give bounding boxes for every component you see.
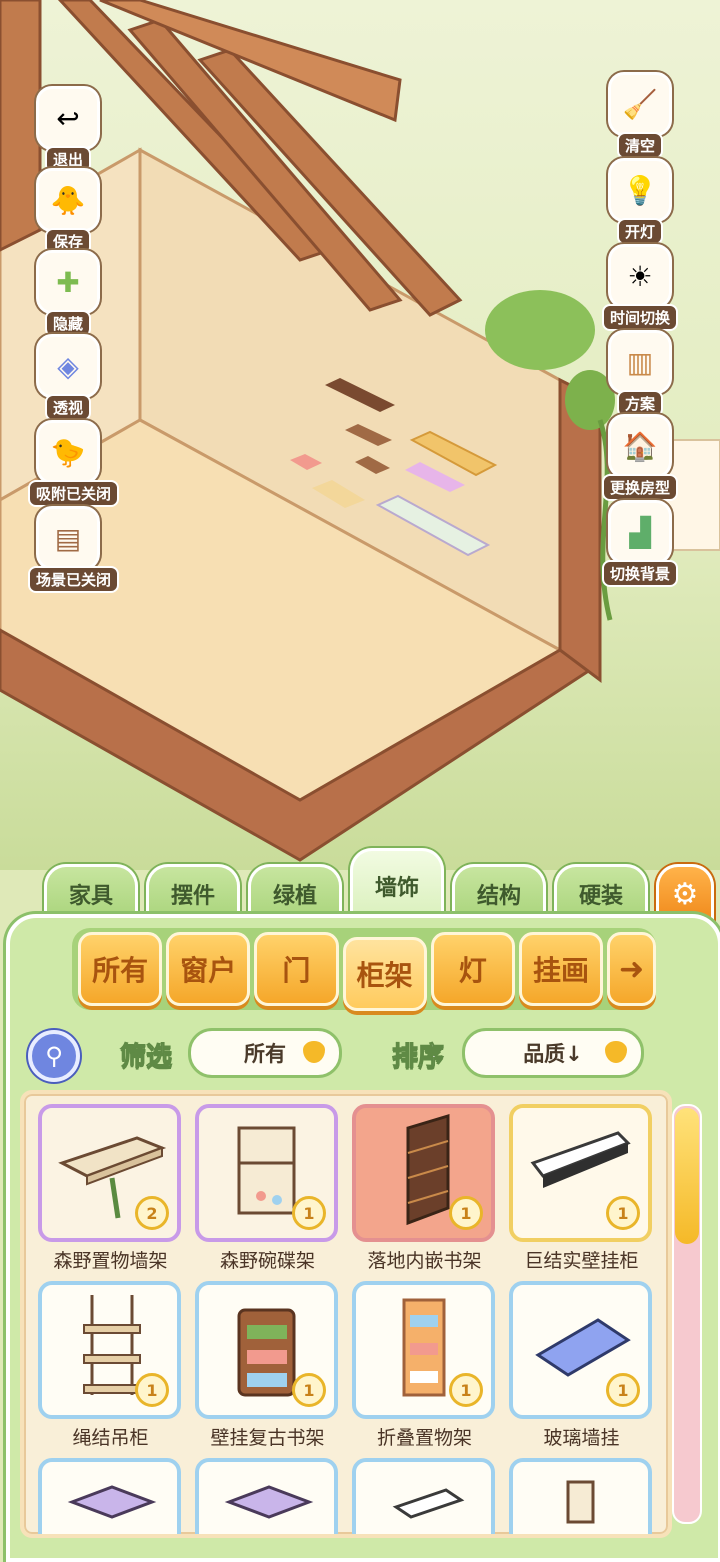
time-icon: ☀	[608, 244, 672, 308]
hide-button[interactable]: ✚ 隐藏	[28, 250, 108, 337]
item-thumbnail: 1	[352, 1104, 495, 1242]
item-card[interactable]: 1 玻璃墙挂	[509, 1281, 654, 1450]
scene-icon: ▤	[36, 506, 100, 570]
snap-toggle-button[interactable]: 🐤 吸附已关闭	[28, 420, 120, 507]
purple-cabinet-icon	[224, 1485, 314, 1519]
clear-icon: 🧹	[608, 72, 672, 136]
plan-button[interactable]: ▥ 方案	[600, 330, 680, 417]
search-icon[interactable]: ⚲	[28, 1030, 80, 1082]
item-card[interactable]	[509, 1458, 654, 1534]
change-house-button[interactable]: 🏠 更换房型	[600, 414, 680, 501]
item-count-badge: 1	[135, 1373, 169, 1407]
filter-label: 筛选	[119, 1042, 173, 1073]
tab-hardware[interactable]: 硬装	[554, 864, 648, 921]
item-card[interactable]: 1 巨结实壁挂柜	[509, 1104, 654, 1273]
tab-structure[interactable]: 结构	[452, 864, 546, 921]
white-shelf-icon	[392, 1488, 465, 1519]
exit-button[interactable]: ↩ 退出	[28, 86, 108, 173]
tab-furniture[interactable]: 家具	[44, 864, 138, 921]
item-card[interactable]	[38, 1458, 183, 1534]
purple-cabinet-icon	[67, 1485, 157, 1519]
item-count-badge: 1	[292, 1196, 326, 1230]
arrow-right-icon[interactable]: ➜	[607, 932, 657, 1006]
light-icon: 💡	[608, 158, 672, 222]
item-thumbnail: 1	[509, 1104, 652, 1242]
item-name: 森野置物墙架	[53, 1250, 168, 1272]
clear-button[interactable]: 🧹 清空	[600, 72, 680, 159]
item-card[interactable]: 1 落地内嵌书架	[352, 1104, 497, 1273]
item-grid: 2 森野置物墙架 1 森野碗碟架 1 落地内嵌书架 1 巨结实壁挂柜 1 绳结吊…	[38, 1104, 654, 1534]
item-name: 壁挂复古书架	[210, 1427, 325, 1449]
hanging-rack-icon	[566, 1480, 595, 1524]
item-card[interactable]: 1 森野碗碟架	[195, 1104, 340, 1273]
subtab-all[interactable]: 所有	[78, 932, 163, 1006]
item-thumbnail: 1	[352, 1281, 495, 1419]
item-count-badge: 1	[292, 1373, 326, 1407]
settings-gear-icon[interactable]: ⚙	[656, 864, 714, 921]
perspective-button[interactable]: ◈ 透视	[28, 334, 108, 421]
scrollbar-thumb[interactable]	[675, 1108, 699, 1244]
item-thumbnail: 1	[195, 1104, 338, 1242]
item-count-badge: 1	[449, 1196, 483, 1230]
snap-icon: 🐤	[36, 420, 100, 484]
sort-label: 排序	[391, 1042, 445, 1073]
item-card[interactable]	[195, 1458, 340, 1534]
item-count-badge: 1	[606, 1196, 640, 1230]
subtab-lamp[interactable]: 灯	[430, 932, 515, 1006]
filter-value: 所有	[244, 1042, 286, 1066]
item-thumbnail	[38, 1458, 181, 1534]
house-icon: 🏠	[608, 414, 672, 478]
hide-icon: ✚	[36, 250, 100, 314]
item-name: 巨结实壁挂柜	[524, 1250, 639, 1272]
item-grid-frame: 2 森野置物墙架 1 森野碗碟架 1 落地内嵌书架 1 巨结实壁挂柜 1 绳结吊…	[20, 1090, 672, 1538]
sort-dropdown[interactable]: 品质↓	[462, 1028, 644, 1078]
subtab-window[interactable]: 窗户	[166, 932, 251, 1006]
item-thumbnail	[352, 1458, 495, 1534]
item-card[interactable]: 2 森野置物墙架	[38, 1104, 183, 1273]
item-thumbnail	[509, 1458, 652, 1534]
dropdown-caret-icon	[303, 1041, 325, 1063]
scene-toggle-button[interactable]: ▤ 场景已关闭	[28, 506, 120, 593]
exit-icon: ↩	[36, 86, 100, 150]
perspective-icon: ◈	[36, 334, 100, 398]
item-count-badge: 1	[606, 1373, 640, 1407]
dropdown-caret-icon	[605, 1041, 627, 1063]
item-name: 落地内嵌书架	[367, 1250, 482, 1272]
tab-plants[interactable]: 绿植	[248, 864, 342, 921]
item-thumbnail: 1	[195, 1281, 338, 1419]
change-background-button[interactable]: ▟ 切换背景	[600, 500, 680, 587]
item-card[interactable]: 1 折叠置物架	[352, 1281, 497, 1450]
tab-ornaments[interactable]: 摆件	[146, 864, 240, 921]
item-name: 绳结吊柜	[72, 1427, 149, 1449]
item-name: 折叠置物架	[376, 1427, 472, 1449]
save-icon: 🐥	[36, 168, 100, 232]
item-card[interactable]: 1 壁挂复古书架	[195, 1281, 340, 1450]
item-card[interactable]: 1 绳结吊柜	[38, 1281, 183, 1450]
item-count-badge: 1	[449, 1373, 483, 1407]
sub-category-tabs: 所有 窗户 门 柜架 灯 挂画 ➜	[72, 928, 657, 1011]
background-icon: ▟	[608, 500, 672, 564]
item-thumbnail: 2	[38, 1104, 181, 1242]
tab-wall-decor[interactable]: 墙饰	[350, 848, 444, 921]
category-tabs: 家具 摆件 绿植 墙饰 结构 硬装 ⚙	[44, 848, 714, 921]
subtab-door[interactable]: 门	[254, 932, 339, 1006]
item-thumbnail: 1	[38, 1281, 181, 1419]
item-thumbnail	[195, 1458, 338, 1534]
subtab-shelf[interactable]: 柜架	[342, 937, 427, 1011]
light-button[interactable]: 💡 开灯	[600, 158, 680, 245]
item-name: 玻璃墙挂	[543, 1427, 620, 1449]
filter-dropdown[interactable]: 所有	[188, 1028, 342, 1078]
time-switch-button[interactable]: ☀ 时间切换	[600, 244, 680, 331]
save-button[interactable]: 🐥 保存	[28, 168, 108, 255]
item-card[interactable]	[352, 1458, 497, 1534]
item-list-scrollbar[interactable]	[672, 1104, 702, 1524]
item-name: 森野碗碟架	[219, 1250, 315, 1272]
plan-icon: ▥	[608, 330, 672, 394]
item-thumbnail: 1	[509, 1281, 652, 1419]
item-count-badge: 2	[135, 1196, 169, 1230]
subtab-painting[interactable]: 挂画	[518, 932, 604, 1006]
sort-value: 品质↓	[523, 1042, 583, 1066]
